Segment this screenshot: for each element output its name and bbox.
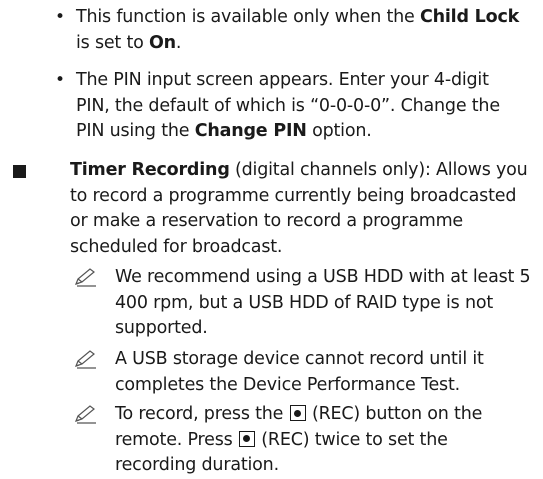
bullet-text: This function is available only when the… [76,5,525,56]
note-usb-hdd: We recommend using a USB HDD with at lea… [74,265,534,342]
section-text: Timer Recording (digital channels only):… [70,158,533,260]
pencil-note-icon [74,350,96,369]
timer-recording-title: Timer Recording [70,160,230,180]
child-lock-term: Child Lock [419,7,520,27]
bullet-text: The PIN input screen appears. Enter your… [76,68,525,145]
text-run: This function is available only when the [76,7,420,27]
note-usb-storage: A USB storage device cannot record until… [74,347,534,398]
note-text: A USB storage device cannot record until… [115,349,484,395]
change-pin-term: Change PIN [194,121,307,141]
note-record: To record, press the (REC) button on the… [74,402,534,479]
bullet-dot-icon: • [55,70,65,90]
rec-button-icon [289,405,306,421]
rec-button-icon [238,430,255,447]
section-timer-recording: Timer Recording (digital channels only):… [13,158,533,260]
pencil-note-icon [74,268,96,287]
bullet-dot-icon: • [55,7,65,27]
on-term: On [148,32,176,53]
note-text: We recommend using a USB HDD with at lea… [115,267,531,338]
pencil-note-icon [74,405,96,424]
text-run: . [175,32,182,53]
note-text: To record, press the (REC) button on the… [115,402,534,479]
bullet-pin-input: • The PIN input screen appears. Enter yo… [55,68,525,145]
text-run: option. [306,121,372,141]
text-run: To record, press the [115,404,289,424]
text-run: is set to [76,32,149,53]
square-bullet-icon [13,165,26,178]
bullet-child-lock: • This function is available only when t… [55,5,525,56]
